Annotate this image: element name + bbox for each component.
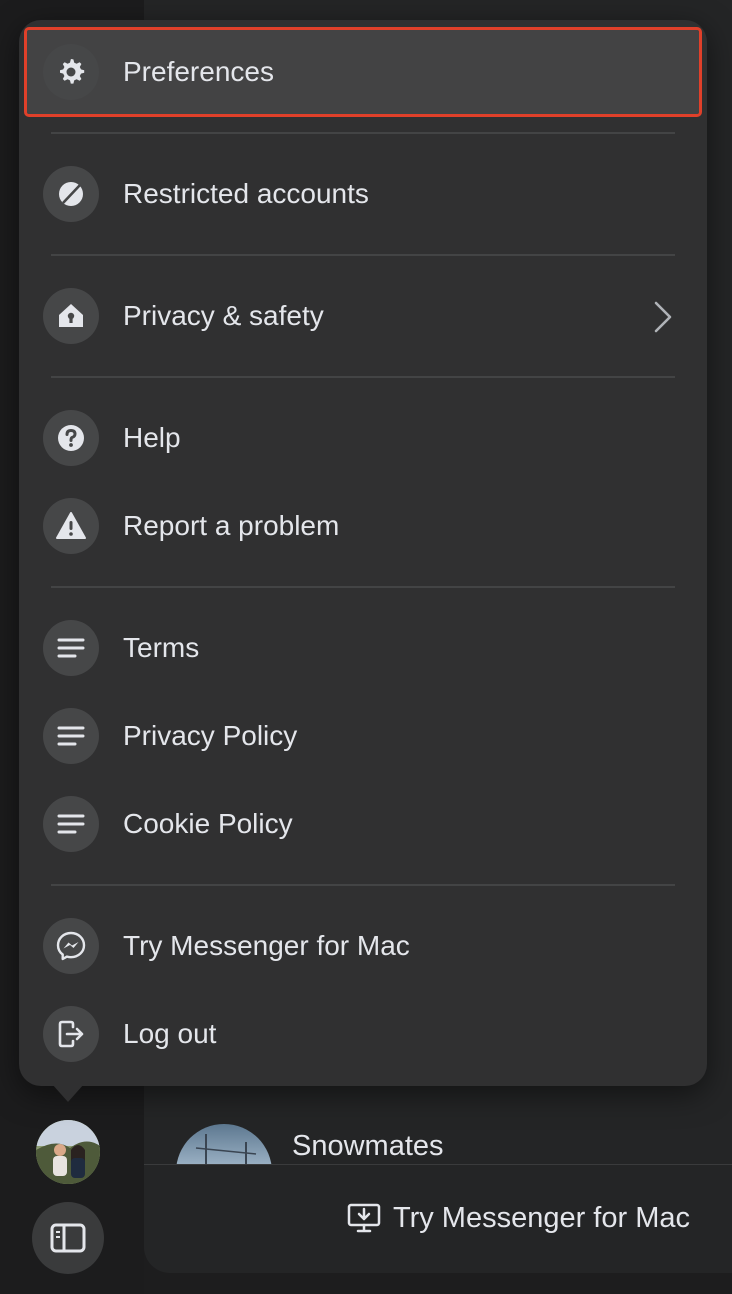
gear-icon xyxy=(43,44,99,100)
lines-icon xyxy=(43,620,99,676)
desktop-download-icon xyxy=(347,1203,381,1233)
warning-icon xyxy=(43,498,99,554)
try-messenger-mac-button[interactable]: Try Messenger for Mac xyxy=(347,1201,690,1235)
lines-icon xyxy=(43,796,99,852)
menu-item-preferences[interactable]: Preferences xyxy=(24,27,702,117)
menu-item-label: Log out xyxy=(123,1018,217,1049)
menu-item-label: Try Messenger for Mac xyxy=(123,930,410,961)
bottom-bar: Try Messenger for Mac xyxy=(144,1164,732,1273)
menu-item-terms[interactable]: Terms xyxy=(27,606,699,690)
try-messenger-mac-label: Try Messenger for Mac xyxy=(392,1201,690,1234)
menu-item-label: Terms xyxy=(123,632,200,663)
menu-item-report-problem[interactable]: Report a problem xyxy=(27,484,699,568)
menu-item-help[interactable]: Help xyxy=(27,396,699,480)
menu-item-log-out[interactable]: Log out xyxy=(27,992,699,1076)
divider xyxy=(51,884,675,886)
restricted-icon xyxy=(43,166,99,222)
messenger-icon xyxy=(43,918,99,974)
account-menu: Preferences Restricted accounts Privacy … xyxy=(19,20,707,1086)
house-lock-icon xyxy=(43,288,99,344)
menu-item-label: Help xyxy=(123,422,181,453)
divider xyxy=(51,586,675,588)
sidebar-icon xyxy=(50,1223,86,1253)
divider xyxy=(51,254,675,256)
menu-item-label: Privacy & safety xyxy=(123,300,324,331)
question-icon xyxy=(43,410,99,466)
menu-item-label: Preferences xyxy=(123,56,274,87)
lines-icon xyxy=(43,708,99,764)
menu-item-privacy-policy[interactable]: Privacy Policy xyxy=(27,694,699,778)
menu-item-label: Report a problem xyxy=(123,510,340,541)
menu-item-try-messenger-mac[interactable]: Try Messenger for Mac xyxy=(27,904,699,988)
chevron-right-icon xyxy=(654,301,672,333)
sidebar-toggle-button[interactable] xyxy=(32,1202,104,1274)
divider xyxy=(51,132,675,134)
logout-icon xyxy=(43,1006,99,1062)
chat-name: Snowmates xyxy=(292,1130,444,1162)
chat-list-item[interactable]: Snowmates xyxy=(144,1110,732,1220)
menu-item-restricted-accounts[interactable]: Restricted accounts xyxy=(27,152,699,236)
menu-item-label: Privacy Policy xyxy=(123,720,298,751)
menu-item-label: Restricted accounts xyxy=(123,178,369,209)
menu-caret xyxy=(52,1084,84,1102)
divider xyxy=(51,376,675,378)
menu-item-label: Cookie Policy xyxy=(123,808,293,839)
menu-item-cookie-policy[interactable]: Cookie Policy xyxy=(27,782,699,866)
menu-item-privacy-safety[interactable]: Privacy & safety xyxy=(27,274,699,358)
user-avatar[interactable] xyxy=(36,1120,100,1184)
